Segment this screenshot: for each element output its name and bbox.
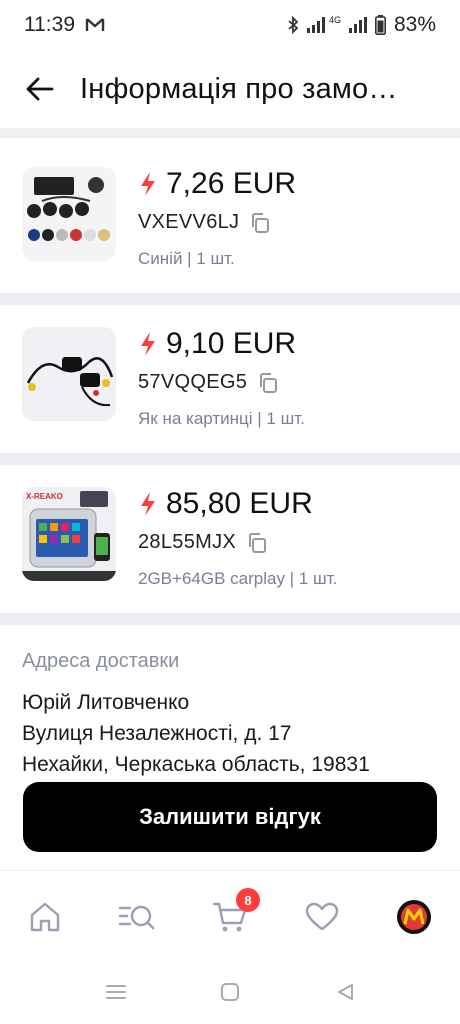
item-price: 9,10 EUR bbox=[166, 327, 297, 360]
heart-icon bbox=[305, 902, 339, 931]
back-system-button[interactable] bbox=[332, 980, 358, 1004]
item-sku: 57VQQEG5 bbox=[138, 371, 248, 393]
catalog-search-icon bbox=[118, 905, 155, 930]
wireless-transmitter-image bbox=[22, 327, 116, 421]
battery-level: 83% bbox=[393, 13, 436, 36]
profile-avatar-icon bbox=[397, 900, 431, 934]
order-item[interactable]: 7,26 EUR VXEVV6LJ Синій | 1 шт. bbox=[0, 145, 460, 293]
page-title: Інформація про замо… bbox=[80, 72, 398, 105]
product-image[interactable] bbox=[22, 327, 116, 421]
bottom-tab-bar bbox=[0, 870, 460, 960]
divider bbox=[0, 453, 460, 465]
sku-row: 57VQQEG5 bbox=[138, 371, 279, 394]
signal-icon bbox=[306, 17, 325, 33]
gmail-icon bbox=[85, 18, 105, 31]
arrow-left-icon bbox=[26, 77, 54, 101]
item-price: 7,26 EUR bbox=[166, 167, 297, 200]
tab-home[interactable] bbox=[25, 897, 65, 937]
divider bbox=[0, 293, 460, 305]
system-navigation-bar bbox=[0, 960, 460, 1024]
price-row: 9,10 EUR bbox=[138, 327, 296, 361]
back-button[interactable] bbox=[22, 71, 58, 107]
divider bbox=[0, 613, 460, 625]
status-bar: 11:39 4G 83% bbox=[0, 0, 460, 50]
order-item[interactable]: X-REAKO 85,80 EUR 28L55MJX 2GB+64GB carp… bbox=[0, 465, 460, 613]
sku-row: VXEVV6LJ bbox=[138, 211, 271, 234]
item-variant: Як на картинці | 1 шт. bbox=[138, 409, 305, 428]
home-icon bbox=[30, 902, 60, 932]
thumb-brand: X-REAKO bbox=[26, 492, 63, 501]
lightning-icon bbox=[141, 332, 155, 356]
tab-catalog[interactable] bbox=[117, 897, 157, 937]
sku-row: 28L55MJX bbox=[138, 531, 268, 554]
status-right: 4G 83% bbox=[287, 13, 436, 37]
copy-icon[interactable] bbox=[257, 372, 279, 394]
recipient-name: Юрій Литовченко bbox=[22, 691, 190, 714]
menu-lines-icon bbox=[106, 985, 126, 999]
leave-review-button[interactable]: Залишити відгук bbox=[23, 782, 437, 852]
square-icon bbox=[221, 983, 239, 1001]
order-item[interactable]: 9,10 EUR 57VQQEG5 Як на картинці | 1 шт. bbox=[0, 305, 460, 453]
item-variant: 2GB+64GB carplay | 1 шт. bbox=[138, 569, 338, 588]
home-system-button[interactable] bbox=[217, 980, 243, 1004]
copy-icon[interactable] bbox=[249, 212, 271, 234]
delivery-address: Адреса доставки Юрій Литовченко Вулиця Н… bbox=[22, 650, 442, 780]
clock: 11:39 bbox=[24, 13, 75, 36]
car-stereo-image: X-REAKO bbox=[22, 487, 116, 581]
price-row: 7,26 EUR bbox=[138, 167, 296, 201]
address-city: Нехайки, Черкаська область, 19831 bbox=[22, 753, 370, 776]
app-header: Інформація про замо… bbox=[0, 56, 460, 122]
bluetooth-icon bbox=[288, 16, 299, 34]
tab-profile[interactable] bbox=[394, 897, 434, 937]
product-image[interactable] bbox=[22, 167, 116, 261]
battery-icon bbox=[374, 15, 386, 35]
price-row: 85,80 EUR bbox=[138, 487, 313, 521]
copy-icon[interactable] bbox=[246, 532, 268, 554]
item-price: 85,80 EUR bbox=[166, 487, 313, 520]
product-image[interactable]: X-REAKO bbox=[22, 487, 116, 581]
lightning-icon bbox=[141, 492, 155, 516]
network-type: 4G bbox=[328, 15, 341, 25]
divider bbox=[0, 128, 460, 138]
cart-badge: 8 bbox=[236, 888, 260, 912]
signal-icon-2 bbox=[348, 17, 367, 33]
delivery-label: Адреса доставки bbox=[22, 650, 180, 672]
recent-apps-button[interactable] bbox=[103, 980, 129, 1004]
tab-favorites[interactable] bbox=[302, 897, 342, 937]
item-sku: 28L55MJX bbox=[138, 531, 237, 553]
parking-sensor-kit-image bbox=[22, 167, 116, 261]
address-street: Вулиця Незалежності, д. 17 bbox=[22, 722, 292, 745]
status-left: 11:39 bbox=[24, 13, 105, 37]
lightning-icon bbox=[141, 172, 155, 196]
item-sku: VXEVV6LJ bbox=[138, 211, 240, 233]
triangle-back-icon bbox=[338, 984, 353, 1000]
item-variant: Синій | 1 шт. bbox=[138, 249, 235, 268]
